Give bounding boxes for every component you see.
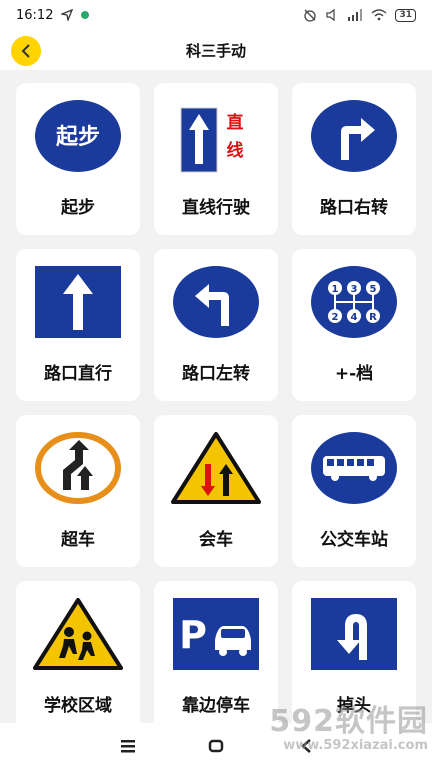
card-label: 掉头 bbox=[337, 696, 371, 716]
card-straight[interactable]: 直 线 直线行驶 bbox=[154, 83, 278, 235]
app-notification-icon bbox=[81, 11, 90, 19]
gear-label: 5 bbox=[370, 284, 377, 295]
turn-left-sign-icon bbox=[171, 264, 261, 340]
battery-indicator: 31 bbox=[395, 8, 416, 22]
school-zone-sign-icon bbox=[33, 596, 123, 672]
menu-icon bbox=[121, 740, 135, 753]
card-label: 超车 bbox=[61, 530, 95, 550]
gear-label: R bbox=[369, 312, 377, 323]
u-turn-sign-icon bbox=[309, 596, 399, 672]
page-title: 科三手动 bbox=[185, 42, 246, 60]
card-label: 路口右转 bbox=[320, 198, 388, 218]
card-label: 起步 bbox=[61, 198, 95, 218]
card-turn-right[interactable]: 路口右转 bbox=[292, 83, 416, 235]
gear-label: 2 bbox=[332, 312, 339, 323]
card-gear-shift[interactable]: 1 3 5 2 4 R +-档 bbox=[292, 249, 416, 401]
menu-button[interactable] bbox=[117, 735, 139, 757]
home-button[interactable] bbox=[205, 735, 227, 757]
wifi-icon bbox=[372, 9, 387, 21]
parking-sign-icon: P bbox=[171, 596, 261, 672]
gear-label: 1 bbox=[332, 284, 339, 295]
straight-sign-text: 直 bbox=[227, 112, 244, 133]
start-sign-icon: 起步 bbox=[33, 98, 123, 174]
status-bar: 16:12 31 bbox=[0, 0, 432, 30]
gear-label: 3 bbox=[351, 284, 358, 295]
gear-label: 4 bbox=[351, 312, 358, 323]
card-label: +-档 bbox=[334, 364, 374, 384]
card-label: 公交车站 bbox=[320, 530, 388, 550]
app-bar: 科三手动 bbox=[0, 30, 432, 70]
card-go-straight[interactable]: 路口直行 bbox=[16, 249, 140, 401]
status-time: 16:12 bbox=[16, 7, 54, 23]
card-label: 直线行驶 bbox=[182, 198, 250, 218]
start-sign-text: 起步 bbox=[55, 124, 100, 150]
card-start[interactable]: 起步 起步 bbox=[16, 83, 140, 235]
meeting-sign-icon bbox=[171, 430, 261, 506]
gear-shift-sign-icon: 1 3 5 2 4 R bbox=[309, 264, 399, 340]
card-u-turn[interactable]: 掉头 bbox=[292, 581, 416, 723]
card-overtake[interactable]: 超车 bbox=[16, 415, 140, 567]
card-label: 路口直行 bbox=[44, 364, 112, 384]
card-turn-left[interactable]: 路口左转 bbox=[154, 249, 278, 401]
mute-icon bbox=[326, 8, 336, 22]
turn-right-sign-icon bbox=[309, 98, 399, 174]
system-nav-bar bbox=[0, 723, 432, 768]
bus-stop-sign-icon bbox=[309, 430, 399, 506]
svg-text:线: 线 bbox=[227, 140, 244, 161]
card-parking[interactable]: P 靠边停车 bbox=[154, 581, 278, 723]
go-straight-sign-icon bbox=[33, 264, 123, 340]
back-nav-icon bbox=[301, 739, 311, 753]
card-label: 路口左转 bbox=[182, 364, 250, 384]
card-school-zone[interactable]: 学校区域 bbox=[16, 581, 140, 723]
card-label: 会车 bbox=[199, 530, 233, 550]
card-label: 学校区域 bbox=[44, 696, 112, 716]
sign-grid: 起步 起步 直 线 直线行驶 路口右转 路口直行 路口左转 1 3 5 2 4 … bbox=[16, 83, 416, 723]
nav-back-button[interactable] bbox=[296, 735, 318, 757]
parking-sign-text: P bbox=[179, 613, 207, 657]
straight-sign-icon: 直 线 bbox=[171, 98, 261, 174]
home-icon bbox=[208, 739, 224, 753]
card-meeting[interactable]: 会车 bbox=[154, 415, 278, 567]
signal-icon bbox=[348, 9, 363, 21]
card-label: 靠边停车 bbox=[182, 696, 250, 716]
card-bus-stop[interactable]: 公交车站 bbox=[292, 415, 416, 567]
overtake-sign-icon bbox=[33, 430, 123, 506]
alarm-icon bbox=[304, 9, 317, 22]
location-icon bbox=[61, 9, 74, 21]
